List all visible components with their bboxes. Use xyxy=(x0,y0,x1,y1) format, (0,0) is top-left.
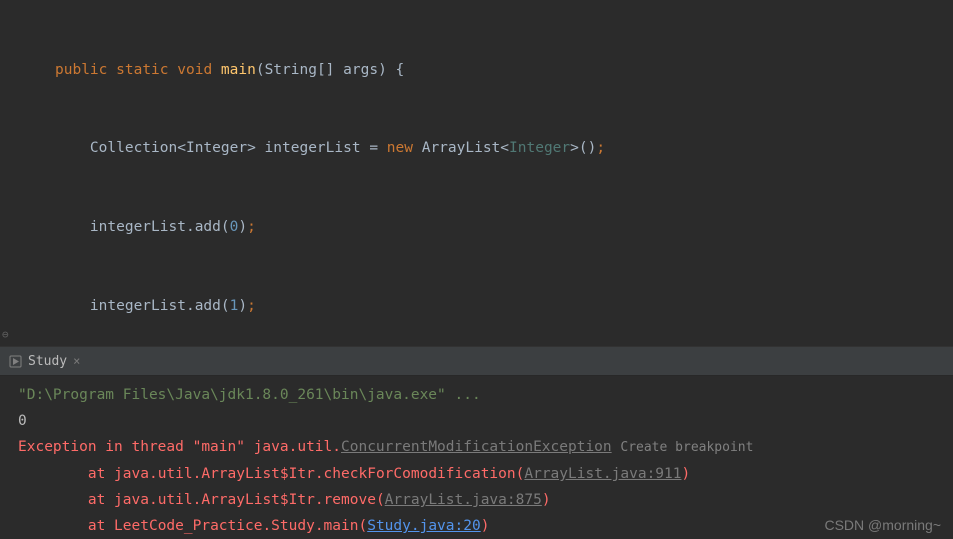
tab-study[interactable]: Study × xyxy=(0,347,88,375)
code-line[interactable]: integerList.add(1); xyxy=(0,293,953,319)
stack-link[interactable]: ArrayList.java:875 xyxy=(385,492,542,508)
run-icon xyxy=(8,354,22,368)
console-tab-bar: Study × xyxy=(0,346,953,376)
watermark: CSDN @morning~ xyxy=(824,517,941,533)
tab-label: Study xyxy=(28,354,67,369)
stack-link[interactable]: Study.java:20 xyxy=(367,518,481,534)
code-content: public static void main(String[] args) {… xyxy=(0,0,953,346)
stack-link[interactable]: ArrayList.java:911 xyxy=(524,466,681,482)
console-line: 0 xyxy=(18,408,953,434)
exception-link[interactable]: ConcurrentModificationException xyxy=(341,439,612,455)
fold-indicator[interactable]: ⊖ xyxy=(2,328,9,341)
console-stack-line: at java.util.ArrayList$Itr.checkForComod… xyxy=(18,461,953,487)
code-line[interactable]: public static void main(String[] args) { xyxy=(0,57,953,83)
console-stack-line: at java.util.ArrayList$Itr.remove(ArrayL… xyxy=(18,487,953,513)
close-icon[interactable]: × xyxy=(73,354,80,368)
code-editor[interactable]: public static void main(String[] args) {… xyxy=(0,0,953,346)
console-output[interactable]: "D:\Program Files\Java\jdk1.8.0_261\bin\… xyxy=(0,376,953,539)
console-exception-line: Exception in thread "main" java.util.Con… xyxy=(18,434,953,461)
create-breakpoint-link[interactable]: Create breakpoint xyxy=(620,440,753,455)
code-line[interactable]: integerList.add(0); xyxy=(0,214,953,240)
console-line: "D:\Program Files\Java\jdk1.8.0_261\bin\… xyxy=(18,382,953,408)
console-stack-line: at LeetCode_Practice.Study.main(Study.ja… xyxy=(18,513,953,539)
code-line[interactable]: Collection<Integer> integerList = new Ar… xyxy=(0,135,953,161)
